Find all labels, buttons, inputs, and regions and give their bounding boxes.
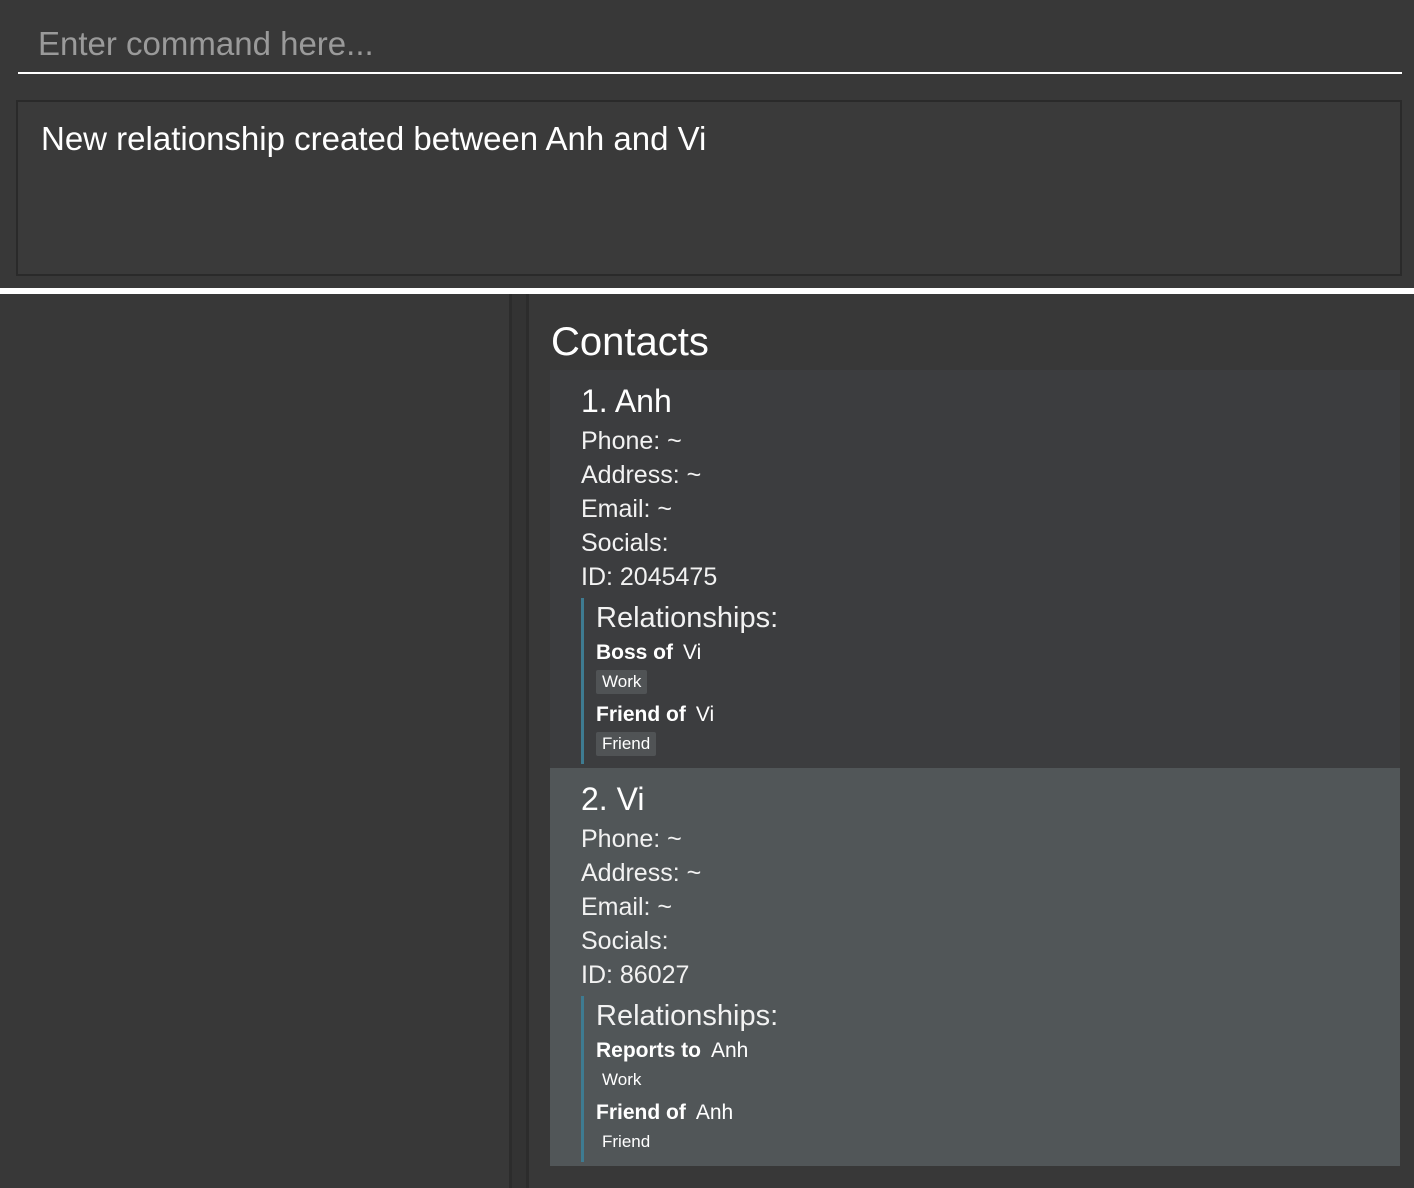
result-display: New relationship created between Anh and… [16,100,1402,276]
contacts-panel: Contacts 1. Anh Phone: ~ Address: ~ Emai… [529,294,1414,1188]
contact-address: Address: ~ [581,461,702,489]
contact-name: 1. Anh [581,383,672,419]
relationships-section: Relationships: Reports to Anh Work Friend… [581,996,1400,1162]
command-input[interactable] [18,16,1402,74]
relationship-item: Boss of Vi [596,638,1400,668]
relationship-tag: Friend [596,1130,657,1154]
relationship-type: Friend of [596,703,686,726]
contact-socials: Socials: [581,927,669,955]
contact-id: ID: 86027 [581,961,690,989]
relationship-target: Anh [695,1101,734,1124]
result-message: New relationship created between Anh and… [41,120,707,157]
command-box-area [0,0,1414,88]
contact-email: Email: ~ [581,893,673,921]
relationship-target: Anh [711,1039,749,1062]
relationship-type: Friend of [596,1101,686,1124]
contact-phone: Phone: ~ [581,427,682,455]
relationship-type: Reports to [596,1039,701,1062]
relationship-tag: Friend [596,732,657,756]
relationship-tag: Work [596,1068,648,1092]
relationship-item: Friend of Anh [596,1098,1400,1128]
contact-socials: Socials: [581,529,669,557]
relationship-target: Vi [695,703,715,726]
relationship-tag: Work [596,670,648,694]
contact-address: Address: ~ [581,859,702,887]
split-pane-divider[interactable] [509,294,529,1188]
contacts-title: Contacts [551,320,709,364]
contact-name: 2. Vi [581,781,645,817]
contact-card-anh[interactable]: 1. Anh Phone: ~ Address: ~ Email: ~ Soci… [550,370,1400,768]
relationship-item: Friend of Vi [596,700,1400,730]
relationships-section: Relationships: Boss of Vi Work Friend of V… [581,598,1400,764]
result-display-area: New relationship created between Anh and… [0,88,1414,288]
relationship-target: Vi [683,641,702,664]
relationship-item: Reports to Anh [596,1036,1400,1066]
left-panel [0,294,509,1188]
contact-email: Email: ~ [581,495,673,523]
contact-phone: Phone: ~ [581,825,682,853]
relationship-type: Boss of [596,641,674,664]
relationships-title: Relationships: [596,602,779,634]
contact-id: ID: 2045475 [581,563,718,591]
contact-card-vi[interactable]: 2. Vi Phone: ~ Address: ~ Email: ~ Socia… [550,768,1400,1166]
relationships-title: Relationships: [596,1000,779,1032]
